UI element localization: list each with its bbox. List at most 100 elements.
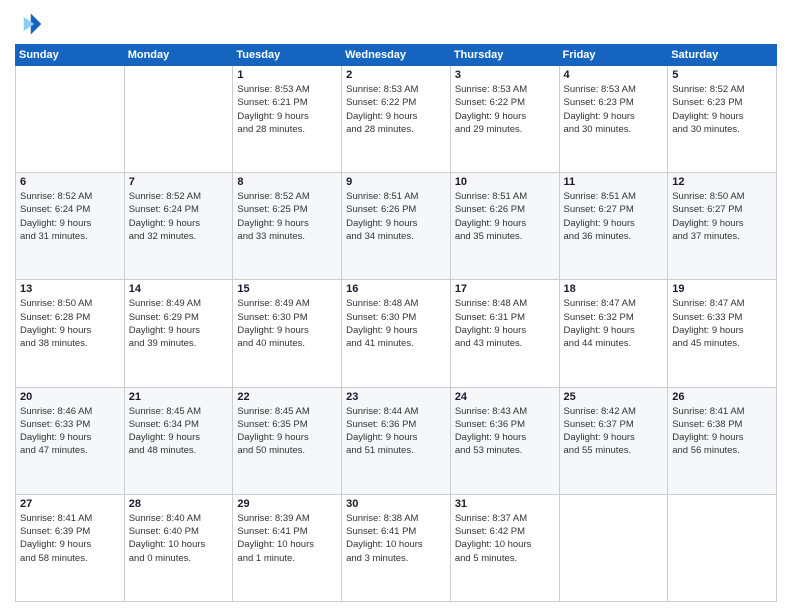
calendar-cell: 17 Sunrise: 8:48 AM Sunset: 6:31 PM Dayli… bbox=[450, 280, 559, 387]
day-number: 24 bbox=[455, 391, 555, 403]
day-info: Sunrise: 8:52 AM Sunset: 6:24 PM Dayligh… bbox=[129, 190, 229, 243]
calendar-cell: 27 Sunrise: 8:41 AM Sunset: 6:39 PM Dayli… bbox=[16, 494, 125, 601]
day-number: 2 bbox=[346, 69, 446, 81]
day-info: Sunrise: 8:50 AM Sunset: 6:27 PM Dayligh… bbox=[672, 190, 772, 243]
calendar-cell bbox=[124, 66, 233, 173]
weekday-header-row: SundayMondayTuesdayWednesdayThursdayFrid… bbox=[16, 45, 777, 66]
header bbox=[15, 10, 777, 38]
day-info: Sunrise: 8:45 AM Sunset: 6:35 PM Dayligh… bbox=[237, 405, 337, 458]
day-info: Sunrise: 8:44 AM Sunset: 6:36 PM Dayligh… bbox=[346, 405, 446, 458]
calendar-cell: 6 Sunrise: 8:52 AM Sunset: 6:24 PM Daylig… bbox=[16, 173, 125, 280]
day-number: 21 bbox=[129, 391, 229, 403]
day-info: Sunrise: 8:48 AM Sunset: 6:30 PM Dayligh… bbox=[346, 297, 446, 350]
calendar-cell: 7 Sunrise: 8:52 AM Sunset: 6:24 PM Daylig… bbox=[124, 173, 233, 280]
day-info: Sunrise: 8:48 AM Sunset: 6:31 PM Dayligh… bbox=[455, 297, 555, 350]
day-number: 11 bbox=[564, 176, 664, 188]
logo-icon bbox=[15, 10, 43, 38]
day-number: 30 bbox=[346, 498, 446, 510]
calendar-cell: 30 Sunrise: 8:38 AM Sunset: 6:41 PM Dayli… bbox=[342, 494, 451, 601]
calendar-cell: 15 Sunrise: 8:49 AM Sunset: 6:30 PM Dayli… bbox=[233, 280, 342, 387]
calendar-cell: 22 Sunrise: 8:45 AM Sunset: 6:35 PM Dayli… bbox=[233, 387, 342, 494]
day-number: 9 bbox=[346, 176, 446, 188]
calendar-cell: 26 Sunrise: 8:41 AM Sunset: 6:38 PM Dayli… bbox=[668, 387, 777, 494]
calendar-cell: 10 Sunrise: 8:51 AM Sunset: 6:26 PM Dayli… bbox=[450, 173, 559, 280]
day-number: 27 bbox=[20, 498, 120, 510]
day-info: Sunrise: 8:41 AM Sunset: 6:38 PM Dayligh… bbox=[672, 405, 772, 458]
week-row-4: 20 Sunrise: 8:46 AM Sunset: 6:33 PM Dayli… bbox=[16, 387, 777, 494]
calendar-cell: 8Sunrise: 8:52 AM Sunset: 6:25 PM Daylig… bbox=[233, 173, 342, 280]
weekday-header-thursday: Thursday bbox=[450, 45, 559, 66]
weekday-header-friday: Friday bbox=[559, 45, 668, 66]
weekday-header-wednesday: Wednesday bbox=[342, 45, 451, 66]
day-number: 17 bbox=[455, 283, 555, 295]
day-info: Sunrise: 8:53 AM Sunset: 6:22 PM Dayligh… bbox=[346, 83, 446, 136]
weekday-header-sunday: Sunday bbox=[16, 45, 125, 66]
day-info: Sunrise: 8:42 AM Sunset: 6:37 PM Dayligh… bbox=[564, 405, 664, 458]
calendar-cell: 24 Sunrise: 8:43 AM Sunset: 6:36 PM Dayli… bbox=[450, 387, 559, 494]
day-info: Sunrise: 8:50 AM Sunset: 6:28 PM Dayligh… bbox=[20, 297, 120, 350]
calendar-cell: 11 Sunrise: 8:51 AM Sunset: 6:27 PM Dayli… bbox=[559, 173, 668, 280]
day-info: Sunrise: 8:38 AM Sunset: 6:41 PM Dayligh… bbox=[346, 512, 446, 565]
day-info: Sunrise: 8:52 AM Sunset: 6:23 PM Dayligh… bbox=[672, 83, 772, 136]
day-info: Sunrise: 8:53 AM Sunset: 6:21 PM Dayligh… bbox=[237, 83, 337, 136]
day-info: Sunrise: 8:49 AM Sunset: 6:29 PM Dayligh… bbox=[129, 297, 229, 350]
calendar-cell: 18Sunrise: 8:47 AM Sunset: 6:32 PM Dayli… bbox=[559, 280, 668, 387]
day-info: Sunrise: 8:37 AM Sunset: 6:42 PM Dayligh… bbox=[455, 512, 555, 565]
calendar-cell: 1Sunrise: 8:53 AM Sunset: 6:21 PM Daylig… bbox=[233, 66, 342, 173]
day-number: 5 bbox=[672, 69, 772, 81]
day-info: Sunrise: 8:52 AM Sunset: 6:25 PM Dayligh… bbox=[237, 190, 337, 243]
calendar-cell: 13 Sunrise: 8:50 AM Sunset: 6:28 PM Dayli… bbox=[16, 280, 125, 387]
day-info: Sunrise: 8:51 AM Sunset: 6:26 PM Dayligh… bbox=[346, 190, 446, 243]
day-info: Sunrise: 8:41 AM Sunset: 6:39 PM Dayligh… bbox=[20, 512, 120, 565]
day-info: Sunrise: 8:49 AM Sunset: 6:30 PM Dayligh… bbox=[237, 297, 337, 350]
day-number: 20 bbox=[20, 391, 120, 403]
day-info: Sunrise: 8:52 AM Sunset: 6:24 PM Dayligh… bbox=[20, 190, 120, 243]
day-number: 19 bbox=[672, 283, 772, 295]
day-info: Sunrise: 8:53 AM Sunset: 6:22 PM Dayligh… bbox=[455, 83, 555, 136]
day-number: 13 bbox=[20, 283, 120, 295]
day-info: Sunrise: 8:39 AM Sunset: 6:41 PM Dayligh… bbox=[237, 512, 337, 565]
calendar-cell: 31Sunrise: 8:37 AM Sunset: 6:42 PM Dayli… bbox=[450, 494, 559, 601]
day-number: 3 bbox=[455, 69, 555, 81]
calendar-cell: 16 Sunrise: 8:48 AM Sunset: 6:30 PM Dayli… bbox=[342, 280, 451, 387]
day-info: Sunrise: 8:43 AM Sunset: 6:36 PM Dayligh… bbox=[455, 405, 555, 458]
day-number: 25 bbox=[564, 391, 664, 403]
day-number: 6 bbox=[20, 176, 120, 188]
day-number: 14 bbox=[129, 283, 229, 295]
day-info: Sunrise: 8:53 AM Sunset: 6:23 PM Dayligh… bbox=[564, 83, 664, 136]
day-info: Sunrise: 8:46 AM Sunset: 6:33 PM Dayligh… bbox=[20, 405, 120, 458]
calendar-cell: 4 Sunrise: 8:53 AM Sunset: 6:23 PM Daylig… bbox=[559, 66, 668, 173]
day-number: 23 bbox=[346, 391, 446, 403]
day-number: 22 bbox=[237, 391, 337, 403]
calendar-cell bbox=[559, 494, 668, 601]
calendar-cell: 21Sunrise: 8:45 AM Sunset: 6:34 PM Dayli… bbox=[124, 387, 233, 494]
calendar-cell: 2 Sunrise: 8:53 AM Sunset: 6:22 PM Daylig… bbox=[342, 66, 451, 173]
day-number: 16 bbox=[346, 283, 446, 295]
day-info: Sunrise: 8:40 AM Sunset: 6:40 PM Dayligh… bbox=[129, 512, 229, 565]
day-number: 15 bbox=[237, 283, 337, 295]
calendar-table: SundayMondayTuesdayWednesdayThursdayFrid… bbox=[15, 44, 777, 602]
week-row-3: 13 Sunrise: 8:50 AM Sunset: 6:28 PM Dayli… bbox=[16, 280, 777, 387]
logo bbox=[15, 10, 47, 38]
calendar-cell: 14 Sunrise: 8:49 AM Sunset: 6:29 PM Dayli… bbox=[124, 280, 233, 387]
calendar-cell: 28 Sunrise: 8:40 AM Sunset: 6:40 PM Dayli… bbox=[124, 494, 233, 601]
day-number: 4 bbox=[564, 69, 664, 81]
week-row-5: 27 Sunrise: 8:41 AM Sunset: 6:39 PM Dayli… bbox=[16, 494, 777, 601]
weekday-header-saturday: Saturday bbox=[668, 45, 777, 66]
calendar-cell: 3 Sunrise: 8:53 AM Sunset: 6:22 PM Daylig… bbox=[450, 66, 559, 173]
day-number: 7 bbox=[129, 176, 229, 188]
day-number: 12 bbox=[672, 176, 772, 188]
calendar-cell: 20 Sunrise: 8:46 AM Sunset: 6:33 PM Dayli… bbox=[16, 387, 125, 494]
day-info: Sunrise: 8:51 AM Sunset: 6:26 PM Dayligh… bbox=[455, 190, 555, 243]
calendar-cell: 5 Sunrise: 8:52 AM Sunset: 6:23 PM Daylig… bbox=[668, 66, 777, 173]
day-info: Sunrise: 8:51 AM Sunset: 6:27 PM Dayligh… bbox=[564, 190, 664, 243]
day-number: 26 bbox=[672, 391, 772, 403]
day-number: 29 bbox=[237, 498, 337, 510]
week-row-2: 6 Sunrise: 8:52 AM Sunset: 6:24 PM Daylig… bbox=[16, 173, 777, 280]
day-number: 28 bbox=[129, 498, 229, 510]
day-info: Sunrise: 8:47 AM Sunset: 6:32 PM Dayligh… bbox=[564, 297, 664, 350]
calendar-cell: 9 Sunrise: 8:51 AM Sunset: 6:26 PM Daylig… bbox=[342, 173, 451, 280]
weekday-header-tuesday: Tuesday bbox=[233, 45, 342, 66]
week-row-1: 1Sunrise: 8:53 AM Sunset: 6:21 PM Daylig… bbox=[16, 66, 777, 173]
day-number: 10 bbox=[455, 176, 555, 188]
